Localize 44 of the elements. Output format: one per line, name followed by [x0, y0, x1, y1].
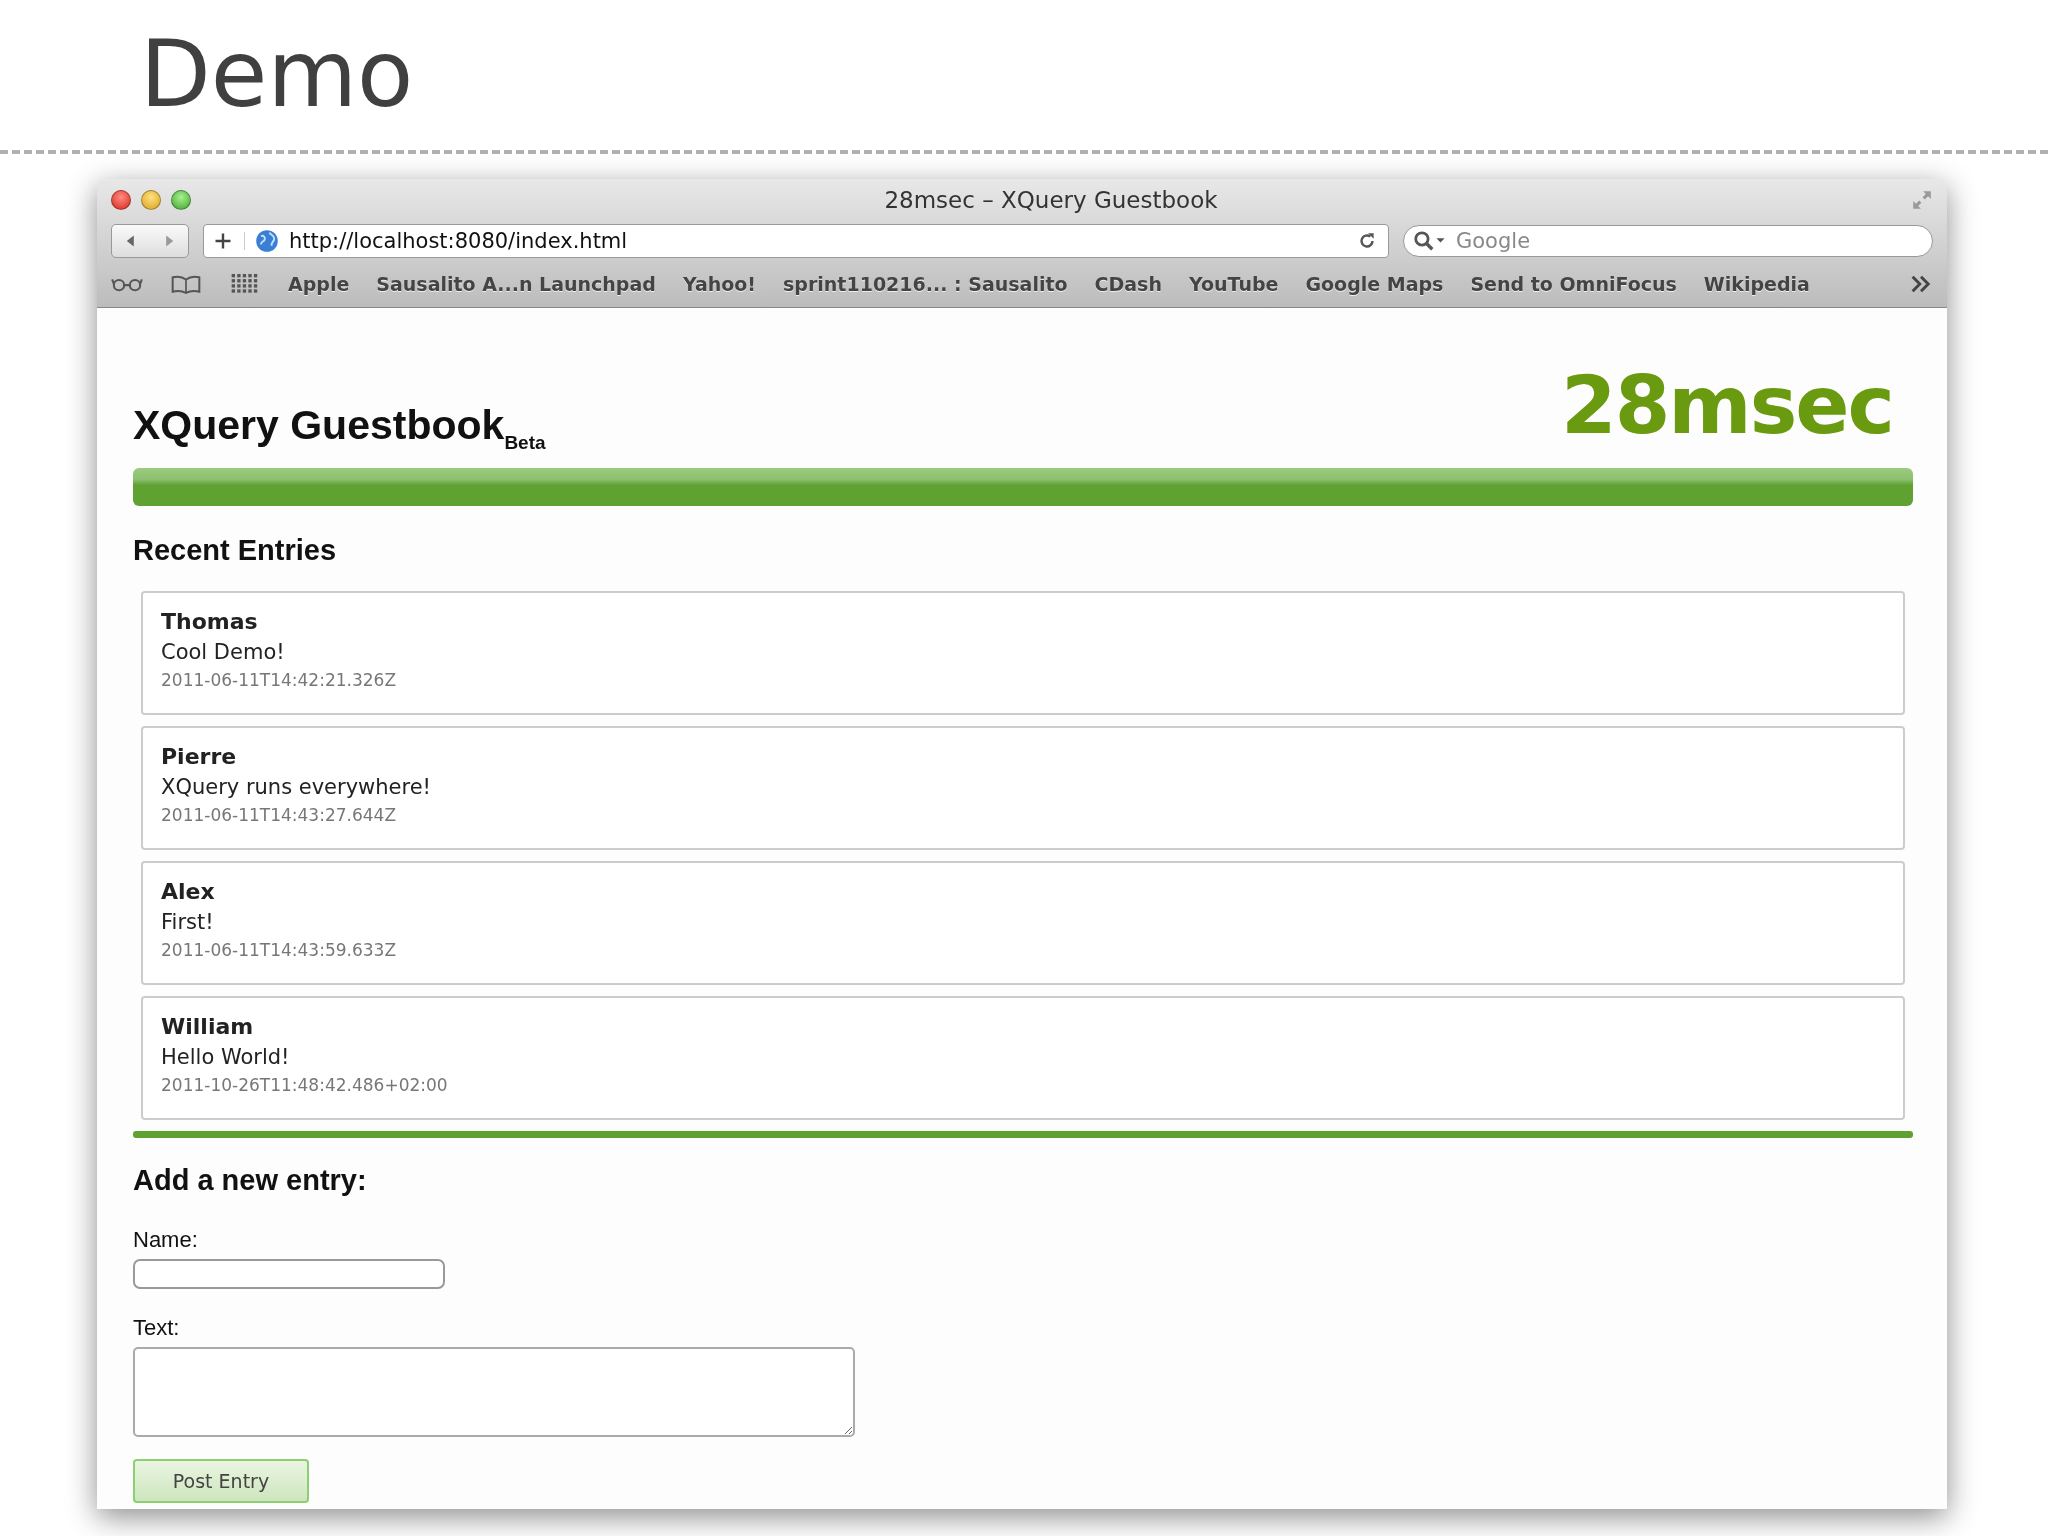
entry-text: Cool Demo!	[161, 640, 286, 664]
name-field[interactable]	[133, 1259, 445, 1289]
address-bar[interactable]: http://localhost:8080/index.html	[203, 224, 1389, 258]
search-field[interactable]: Google	[1403, 225, 1933, 257]
text-area[interactable]	[133, 1347, 855, 1437]
globe-icon	[255, 229, 279, 253]
entry-name: Pierre	[161, 744, 238, 769]
bookmark-link[interactable]: Yahoo!	[682, 273, 757, 295]
entry-timestamp: 2011-06-11T14:42:21.326Z	[161, 670, 398, 690]
form-heading: Add a new entry:	[133, 1164, 368, 1197]
book-icon[interactable]	[170, 274, 202, 294]
back-forward-buttons[interactable]	[111, 224, 189, 258]
bookmark-link[interactable]: Apple	[288, 273, 350, 295]
zoom-button[interactable]	[171, 190, 191, 210]
entry-name: William	[161, 1014, 255, 1039]
bookmark-link[interactable]: Wikipedia	[1703, 273, 1810, 295]
window-title: 28msec – XQuery Guestbook	[883, 187, 1219, 213]
entry-timestamp: 2011-06-11T14:43:59.633Z	[161, 940, 398, 960]
entry-text: First!	[161, 910, 215, 934]
url-text: http://localhost:8080/index.html	[289, 229, 629, 253]
search-icon	[1413, 230, 1446, 252]
bookmark-link[interactable]: Sausalito A...n Launchpad	[376, 273, 656, 295]
logo: 28msec	[1561, 366, 1893, 446]
entry-text: Hello World!	[161, 1045, 291, 1069]
entry-name: Thomas	[161, 609, 259, 634]
page-heading: XQuery Guestbook$_{Beta}$	[133, 402, 546, 454]
bookmark-link[interactable]: sprint110216... : Sausalito	[783, 273, 1068, 295]
entry-timestamp: 2011-10-26T11:48:42.486+02:00	[161, 1075, 449, 1095]
add-icon[interactable]	[214, 232, 245, 250]
minimize-button[interactable]	[141, 190, 161, 210]
slide-title: Demo	[140, 29, 414, 121]
section-title: Recent Entries	[133, 534, 338, 567]
entry-name: Alex	[161, 879, 216, 904]
bookmark-link[interactable]: CDash	[1094, 273, 1162, 295]
bookmark-link[interactable]: Google Maps	[1305, 273, 1444, 295]
field-label: Name:	[133, 1227, 198, 1253]
field-label: Text:	[133, 1315, 180, 1341]
bookmark-link[interactable]: Send to OmniFocus	[1470, 273, 1677, 295]
chevron-icon[interactable]	[1909, 274, 1933, 294]
bookmark-link[interactable]: YouTube	[1188, 273, 1279, 295]
close-button[interactable]	[111, 190, 131, 210]
entry-text: XQuery runs everywhere!	[161, 775, 432, 799]
entry-timestamp: 2011-06-11T14:43:27.644Z	[161, 805, 398, 825]
post-entry-button[interactable]: Post Entry	[133, 1459, 309, 1503]
